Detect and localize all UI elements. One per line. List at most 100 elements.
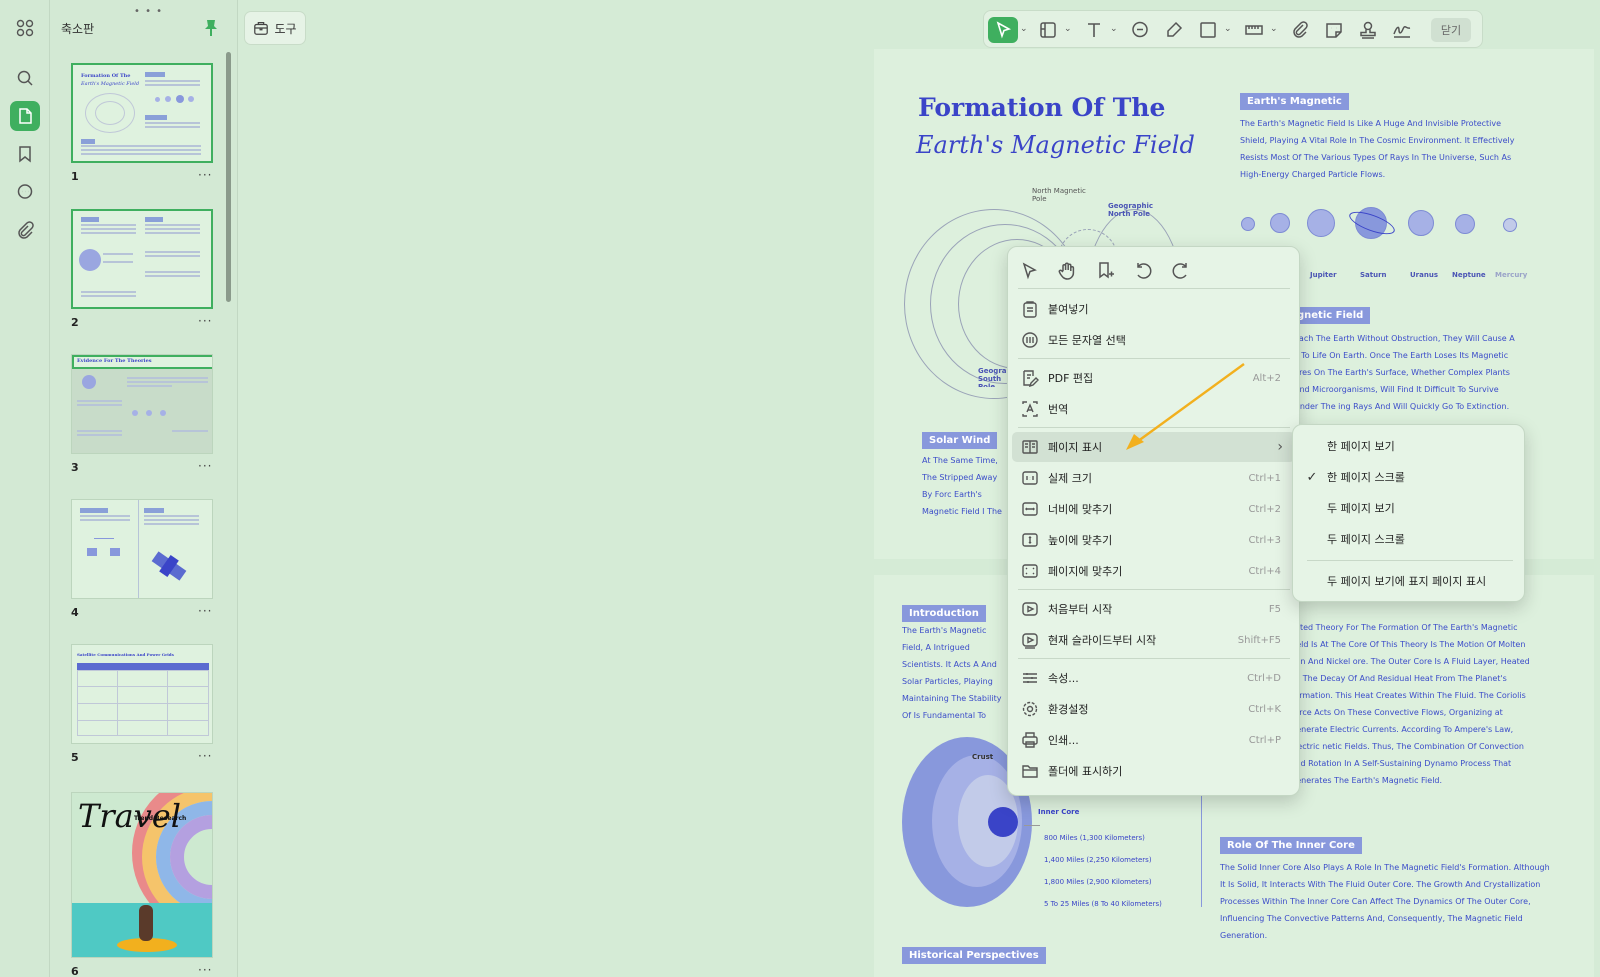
paragraph: The Earth's Magnetic Field, A Intrigued … [902, 626, 1002, 720]
planet-label: Jupiter [1310, 271, 1337, 279]
diagram-label: Crust [972, 753, 994, 761]
attachment-icon[interactable] [10, 215, 40, 245]
thumbnail-number: 2 [71, 316, 79, 329]
more-options-button[interactable]: ··· [198, 314, 212, 328]
stamp-tool-button[interactable] [1354, 17, 1382, 43]
add-page-icon [1099, 262, 1114, 279]
sticker-tool-button[interactable] [1320, 17, 1348, 43]
page-layout-icon [1020, 437, 1040, 457]
more-options-button[interactable]: ··· [198, 604, 212, 618]
signature-tool-button[interactable] [1388, 17, 1416, 43]
ruler-icon [1245, 25, 1263, 35]
thumbnail-number: 1 [71, 170, 79, 183]
section-tag: Historical Perspectives [902, 947, 1046, 964]
add-page-tool[interactable] [1090, 256, 1120, 286]
edit-icon [1020, 368, 1040, 388]
page-thumbnail[interactable] [71, 209, 213, 309]
rotate-left-tool[interactable] [1128, 256, 1158, 286]
menu-item-print[interactable]: 인쇄... Ctrl+P [1012, 725, 1295, 755]
depth-label: 5 To 25 Miles (8 To 40 Kilometers) [1044, 900, 1162, 908]
page-thumbnail[interactable]: Evidence For The Theories [71, 354, 213, 454]
apps-grid-icon[interactable] [10, 13, 40, 43]
attach-tool-button[interactable] [1286, 17, 1314, 43]
hand-icon [1058, 262, 1075, 280]
menu-item-paste[interactable]: 붙여넣기 [1012, 294, 1295, 324]
play-current-icon [1020, 630, 1040, 650]
fit-width-icon [1020, 499, 1040, 519]
chevron-down-icon[interactable]: ⌄ [1110, 24, 1118, 34]
submenu-item-cover-page[interactable]: 두 페이지 보기에 표지 페이지 표시 [1297, 566, 1522, 596]
scrollbar[interactable] [226, 52, 231, 302]
thumbnail-caption: Trend Research [134, 815, 187, 822]
search-icon[interactable] [10, 63, 40, 93]
submenu-item-two-scroll[interactable]: 두 페이지 스크롤 [1297, 524, 1522, 554]
submenu-item-single-page[interactable]: 한 페이지 보기 [1297, 431, 1522, 461]
menu-item-select-all-text[interactable]: 모든 문자열 선택 [1012, 325, 1295, 355]
textbox-tool-button[interactable] [1034, 17, 1062, 43]
planet-label: Saturn [1360, 271, 1387, 279]
menu-item-preferences[interactable]: 환경설정 Ctrl+K [1012, 694, 1295, 724]
cursor-icon [1022, 262, 1037, 280]
more-options-button[interactable]: ··· [198, 963, 212, 977]
chevron-down-icon[interactable]: ⌄ [1020, 24, 1028, 34]
tools-button[interactable]: 도구 [244, 11, 306, 45]
more-options-button[interactable]: ··· [198, 459, 212, 473]
submenu-item-single-scroll[interactable]: ✓ 한 페이지 스크롤 [1297, 462, 1522, 492]
toolbox-icon [254, 22, 269, 35]
text-tool-button[interactable] [1080, 17, 1108, 43]
chevron-down-icon[interactable]: ⌄ [1064, 24, 1072, 34]
menu-item-fit-page[interactable]: 페이지에 맞추기 Ctrl+4 [1012, 556, 1295, 586]
menu-item-show-in-folder[interactable]: 폴더에 표시하기 [1012, 756, 1295, 786]
diagram-label: Geographic South Pole [978, 367, 1008, 387]
actual-size-icon [1020, 468, 1040, 488]
clipboard-icon [1020, 299, 1040, 319]
more-options-button[interactable]: ··· [198, 749, 212, 763]
page-thumbnail[interactable]: Satellite Communications And Power Grids [71, 644, 213, 744]
rotate-right-tool[interactable] [1166, 256, 1196, 286]
page-subtitle: Earth's Magnetic Field [916, 131, 1195, 159]
hand-tool[interactable] [1052, 256, 1082, 286]
menu-item-fit-height[interactable]: 높이에 맞추기 Ctrl+3 [1012, 525, 1295, 555]
paragraph: epted Theory For The Formation Of The Ea… [1290, 623, 1530, 785]
measure-tool-button[interactable] [1240, 17, 1268, 43]
thumbnail-number: 4 [71, 606, 79, 619]
thumbnail-panel: • • • 축소판 Formation Of The Earth's Magne… [50, 0, 238, 977]
menu-item-actual-size[interactable]: 실제 크기 Ctrl+1 [1012, 463, 1295, 493]
sticker-icon [1326, 23, 1342, 38]
thumbnail-number: 5 [71, 751, 79, 764]
chevron-down-icon[interactable]: ⌄ [1270, 24, 1278, 34]
pin-icon[interactable] [203, 19, 219, 37]
menu-item-slideshow-current[interactable]: 현재 슬라이드부터 시작 Shift+F5 [1012, 625, 1295, 655]
menu-item-fit-width[interactable]: 너비에 맞추기 Ctrl+2 [1012, 494, 1295, 524]
menu-item-slideshow-start[interactable]: 처음부터 시작 F5 [1012, 594, 1295, 624]
menu-item-properties[interactable]: 속성... Ctrl+D [1012, 663, 1295, 693]
select-tool[interactable] [1014, 256, 1044, 286]
close-button[interactable]: 닫기 [1431, 18, 1471, 42]
depth-label: 1,800 Miles (2,900 Kilometers) [1044, 878, 1152, 886]
paperclip-icon [1293, 21, 1308, 38]
gear-icon [1020, 699, 1040, 719]
page-thumbnail[interactable]: Formation Of The Earth's Magnetic Field [71, 63, 213, 163]
bookmark-icon[interactable] [10, 139, 40, 169]
shape-tool-button[interactable] [1194, 17, 1222, 43]
section-tag: Introduction [902, 605, 986, 622]
chevron-down-icon[interactable]: ⌄ [1224, 24, 1232, 34]
comment-tool-button[interactable] [1126, 17, 1154, 43]
rotate-left-icon [1137, 263, 1152, 279]
highlight-tool-button[interactable] [1160, 17, 1188, 43]
select-tool-button[interactable] [988, 17, 1018, 43]
thumbnail-caption: Satellite Communications And Power Grids [77, 652, 174, 657]
context-menu: 붙여넣기 모든 문자열 선택 PDF 편집 Alt+2 번역 페이지 표시 › … [1007, 246, 1300, 796]
page-thumbnail[interactable]: Travel Trend Research [71, 792, 213, 958]
more-options-button[interactable]: ··· [198, 168, 212, 182]
depth-label: 1,400 Miles (2,250 Kilometers) [1044, 856, 1152, 864]
fit-height-icon [1020, 530, 1040, 550]
pointer-arrow-icon [1126, 363, 1245, 450]
submenu-item-two-page[interactable]: 두 페이지 보기 [1297, 493, 1522, 523]
stamp-icon [1360, 21, 1376, 39]
page-thumbnail[interactable] [71, 499, 213, 599]
signature-icon [1393, 26, 1411, 38]
thumbnails-icon[interactable] [10, 101, 40, 131]
drag-handle[interactable]: • • • [134, 7, 163, 17]
comments-icon[interactable] [10, 177, 40, 207]
